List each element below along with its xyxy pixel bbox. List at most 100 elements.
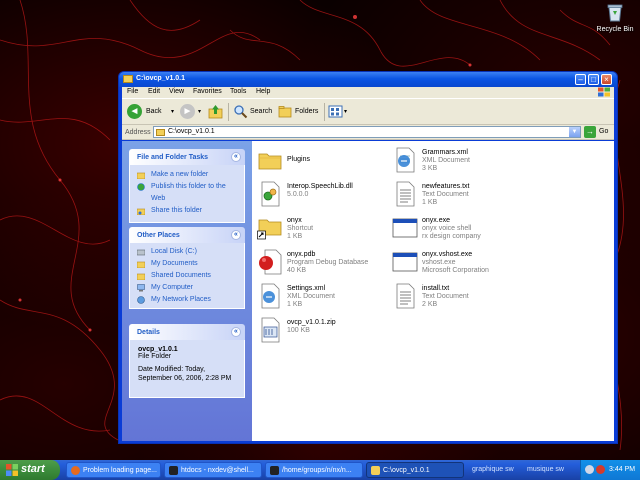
task-publish-to-web[interactable]: Publish this folder to the: [130, 181, 244, 193]
folders-label: Folders: [295, 108, 319, 115]
place-my-network-places[interactable]: My Network Places: [130, 294, 244, 306]
maximize-button[interactable]: □: [588, 74, 599, 85]
taskbar-text-musique[interactable]: musique sw: [527, 466, 564, 473]
file-size: 1 KB: [287, 301, 303, 308]
menu-favorites[interactable]: Favorites: [193, 88, 222, 95]
collapse-chevron-icon[interactable]: «: [231, 230, 241, 240]
collapse-chevron-icon[interactable]: «: [231, 327, 241, 337]
file-item[interactable]: Grammars.xml XML Document 3 KB: [392, 147, 562, 181]
toolbar-separator: [228, 103, 229, 121]
menu-edit[interactable]: Edit: [148, 88, 160, 95]
task-label: Share this folder: [151, 207, 202, 214]
task-label: Publish this folder to the: [151, 183, 226, 190]
folders-icon: [278, 106, 292, 118]
place-label: My Computer: [151, 284, 194, 291]
computer-icon: [137, 284, 145, 292]
close-button[interactable]: ×: [601, 74, 612, 85]
start-button[interactable]: start: [0, 460, 60, 480]
folder-icon: [123, 75, 133, 83]
share-folder-icon: [137, 208, 145, 215]
taskbar-item-ssh[interactable]: htdocs - nxdev@shell...: [164, 462, 262, 478]
views-icon: [328, 105, 343, 118]
terminal-icon: [169, 466, 178, 475]
back-button[interactable]: ◄ Back ▾: [127, 104, 179, 121]
panel-body: Local Disk (C:) My Documents Shared Docu…: [129, 243, 245, 309]
title-bar[interactable]: C:\ovcp_v1.0.1 – □ ×: [119, 72, 617, 87]
forward-dropdown-icon[interactable]: ▾: [198, 108, 201, 115]
xml-file-icon: [261, 283, 280, 309]
shared-folder-icon: [137, 273, 145, 280]
file-item[interactable]: onyx.vshost.exe vshost.exe Microsoft Cor…: [392, 249, 562, 283]
menu-bar: File Edit View Favorites Tools Help: [122, 87, 614, 98]
shortcut-folder-icon: [257, 219, 282, 240]
task-share-folder[interactable]: Share this folder: [130, 205, 244, 217]
recycle-bin-label: Recycle Bin: [596, 26, 634, 33]
taskbar-item-firefox[interactable]: Problem loading page...: [66, 462, 161, 478]
minimize-button[interactable]: –: [575, 74, 586, 85]
file-item[interactable]: newfeatures.txt Text Document 1 KB: [392, 181, 562, 215]
file-folder-tasks-panel: File and Folder Tasks « Make a new folde…: [129, 149, 245, 223]
menu-file[interactable]: File: [127, 88, 138, 95]
place-shared-documents[interactable]: Shared Documents: [130, 270, 244, 282]
task-make-new-folder[interactable]: Make a new folder: [130, 169, 244, 181]
task-label: Problem loading page...: [83, 467, 157, 474]
toolbar-separator: [324, 103, 325, 121]
panel-header[interactable]: Details «: [129, 324, 245, 340]
task-label: /home/groups/n/nx/n...: [282, 467, 352, 474]
menu-help[interactable]: Help: [256, 88, 270, 95]
pdb-file-icon: [259, 249, 282, 275]
up-folder-button[interactable]: [208, 104, 224, 121]
up-folder-icon: [208, 105, 223, 119]
search-button[interactable]: Search: [233, 104, 275, 121]
taskbar-text-graphique[interactable]: graphique sw: [472, 466, 514, 473]
search-label: Search: [250, 108, 273, 115]
folders-button[interactable]: Folders: [278, 104, 320, 121]
file-description: onyx voice shell: [422, 225, 472, 232]
menu-tools[interactable]: Tools: [230, 88, 246, 95]
collapse-chevron-icon[interactable]: «: [231, 152, 241, 162]
place-my-documents[interactable]: My Documents: [130, 258, 244, 270]
panel-header[interactable]: Other Places «: [129, 227, 245, 243]
panel-header[interactable]: File and Folder Tasks «: [129, 149, 245, 165]
file-description: vshost.exe: [422, 259, 456, 266]
taskbar-item-ftp[interactable]: /home/groups/n/nx/n...: [265, 462, 363, 478]
file-size: 1 KB: [287, 233, 303, 240]
forward-button[interactable]: ► ▾: [180, 104, 202, 121]
panel-title: Other Places: [137, 232, 180, 239]
globe-icon: [137, 183, 145, 191]
file-company: Microsoft Corporation: [422, 267, 489, 274]
address-dropdown-icon[interactable]: ▼: [569, 127, 580, 137]
tray-icon[interactable]: [596, 465, 605, 474]
file-item[interactable]: onyx.exe onyx voice shell rx design comp…: [392, 215, 562, 249]
views-dropdown-icon[interactable]: ▾: [344, 108, 347, 115]
tray-icon[interactable]: [585, 465, 594, 474]
menu-view[interactable]: View: [169, 88, 184, 95]
file-item[interactable]: ovcp_v1.0.1.zip 100 KB: [257, 317, 427, 351]
file-name: Grammars.xml: [422, 149, 468, 156]
task-pane: File and Folder Tasks « Make a new folde…: [122, 141, 252, 441]
views-button[interactable]: ▾: [328, 104, 350, 121]
place-my-computer[interactable]: My Computer: [130, 282, 244, 294]
recycle-bin-shortcut[interactable]: Recycle Bin: [592, 2, 638, 33]
panel-title: Details: [137, 329, 160, 336]
folder-icon: [156, 129, 165, 136]
folder-icon: [258, 153, 282, 170]
file-item[interactable]: install.txt Text Document 2 KB: [392, 283, 562, 317]
other-places-panel: Other Places « Local Disk (C:) My Docume…: [129, 227, 245, 309]
file-size: 40 KB: [287, 267, 307, 274]
taskbar-item-explorer[interactable]: C:\ovcp_v1.0.1: [366, 462, 464, 478]
go-arrow-icon: →: [584, 126, 596, 138]
task-label: C:\ovcp_v1.0.1: [383, 467, 430, 474]
forward-arrow-icon: ►: [180, 104, 195, 119]
task-publish-to-web-cont[interactable]: Web: [130, 193, 244, 205]
place-local-disk[interactable]: Local Disk (C:): [130, 246, 244, 258]
panel-body: ovcp_v1.0.1 File Folder Date Modified: T…: [129, 340, 245, 398]
details-type: File Folder: [138, 353, 172, 360]
file-version: 5.0.0.0: [287, 191, 309, 198]
go-label: Go: [599, 128, 609, 135]
back-dropdown-icon[interactable]: ▾: [171, 108, 174, 115]
place-label: My Network Places: [151, 296, 211, 303]
clock[interactable]: 3:44 PM: [609, 466, 635, 473]
file-name: onyx.pdb: [287, 251, 316, 258]
address-input[interactable]: C:\ovcp_v1.0.1 ▼: [153, 126, 581, 138]
